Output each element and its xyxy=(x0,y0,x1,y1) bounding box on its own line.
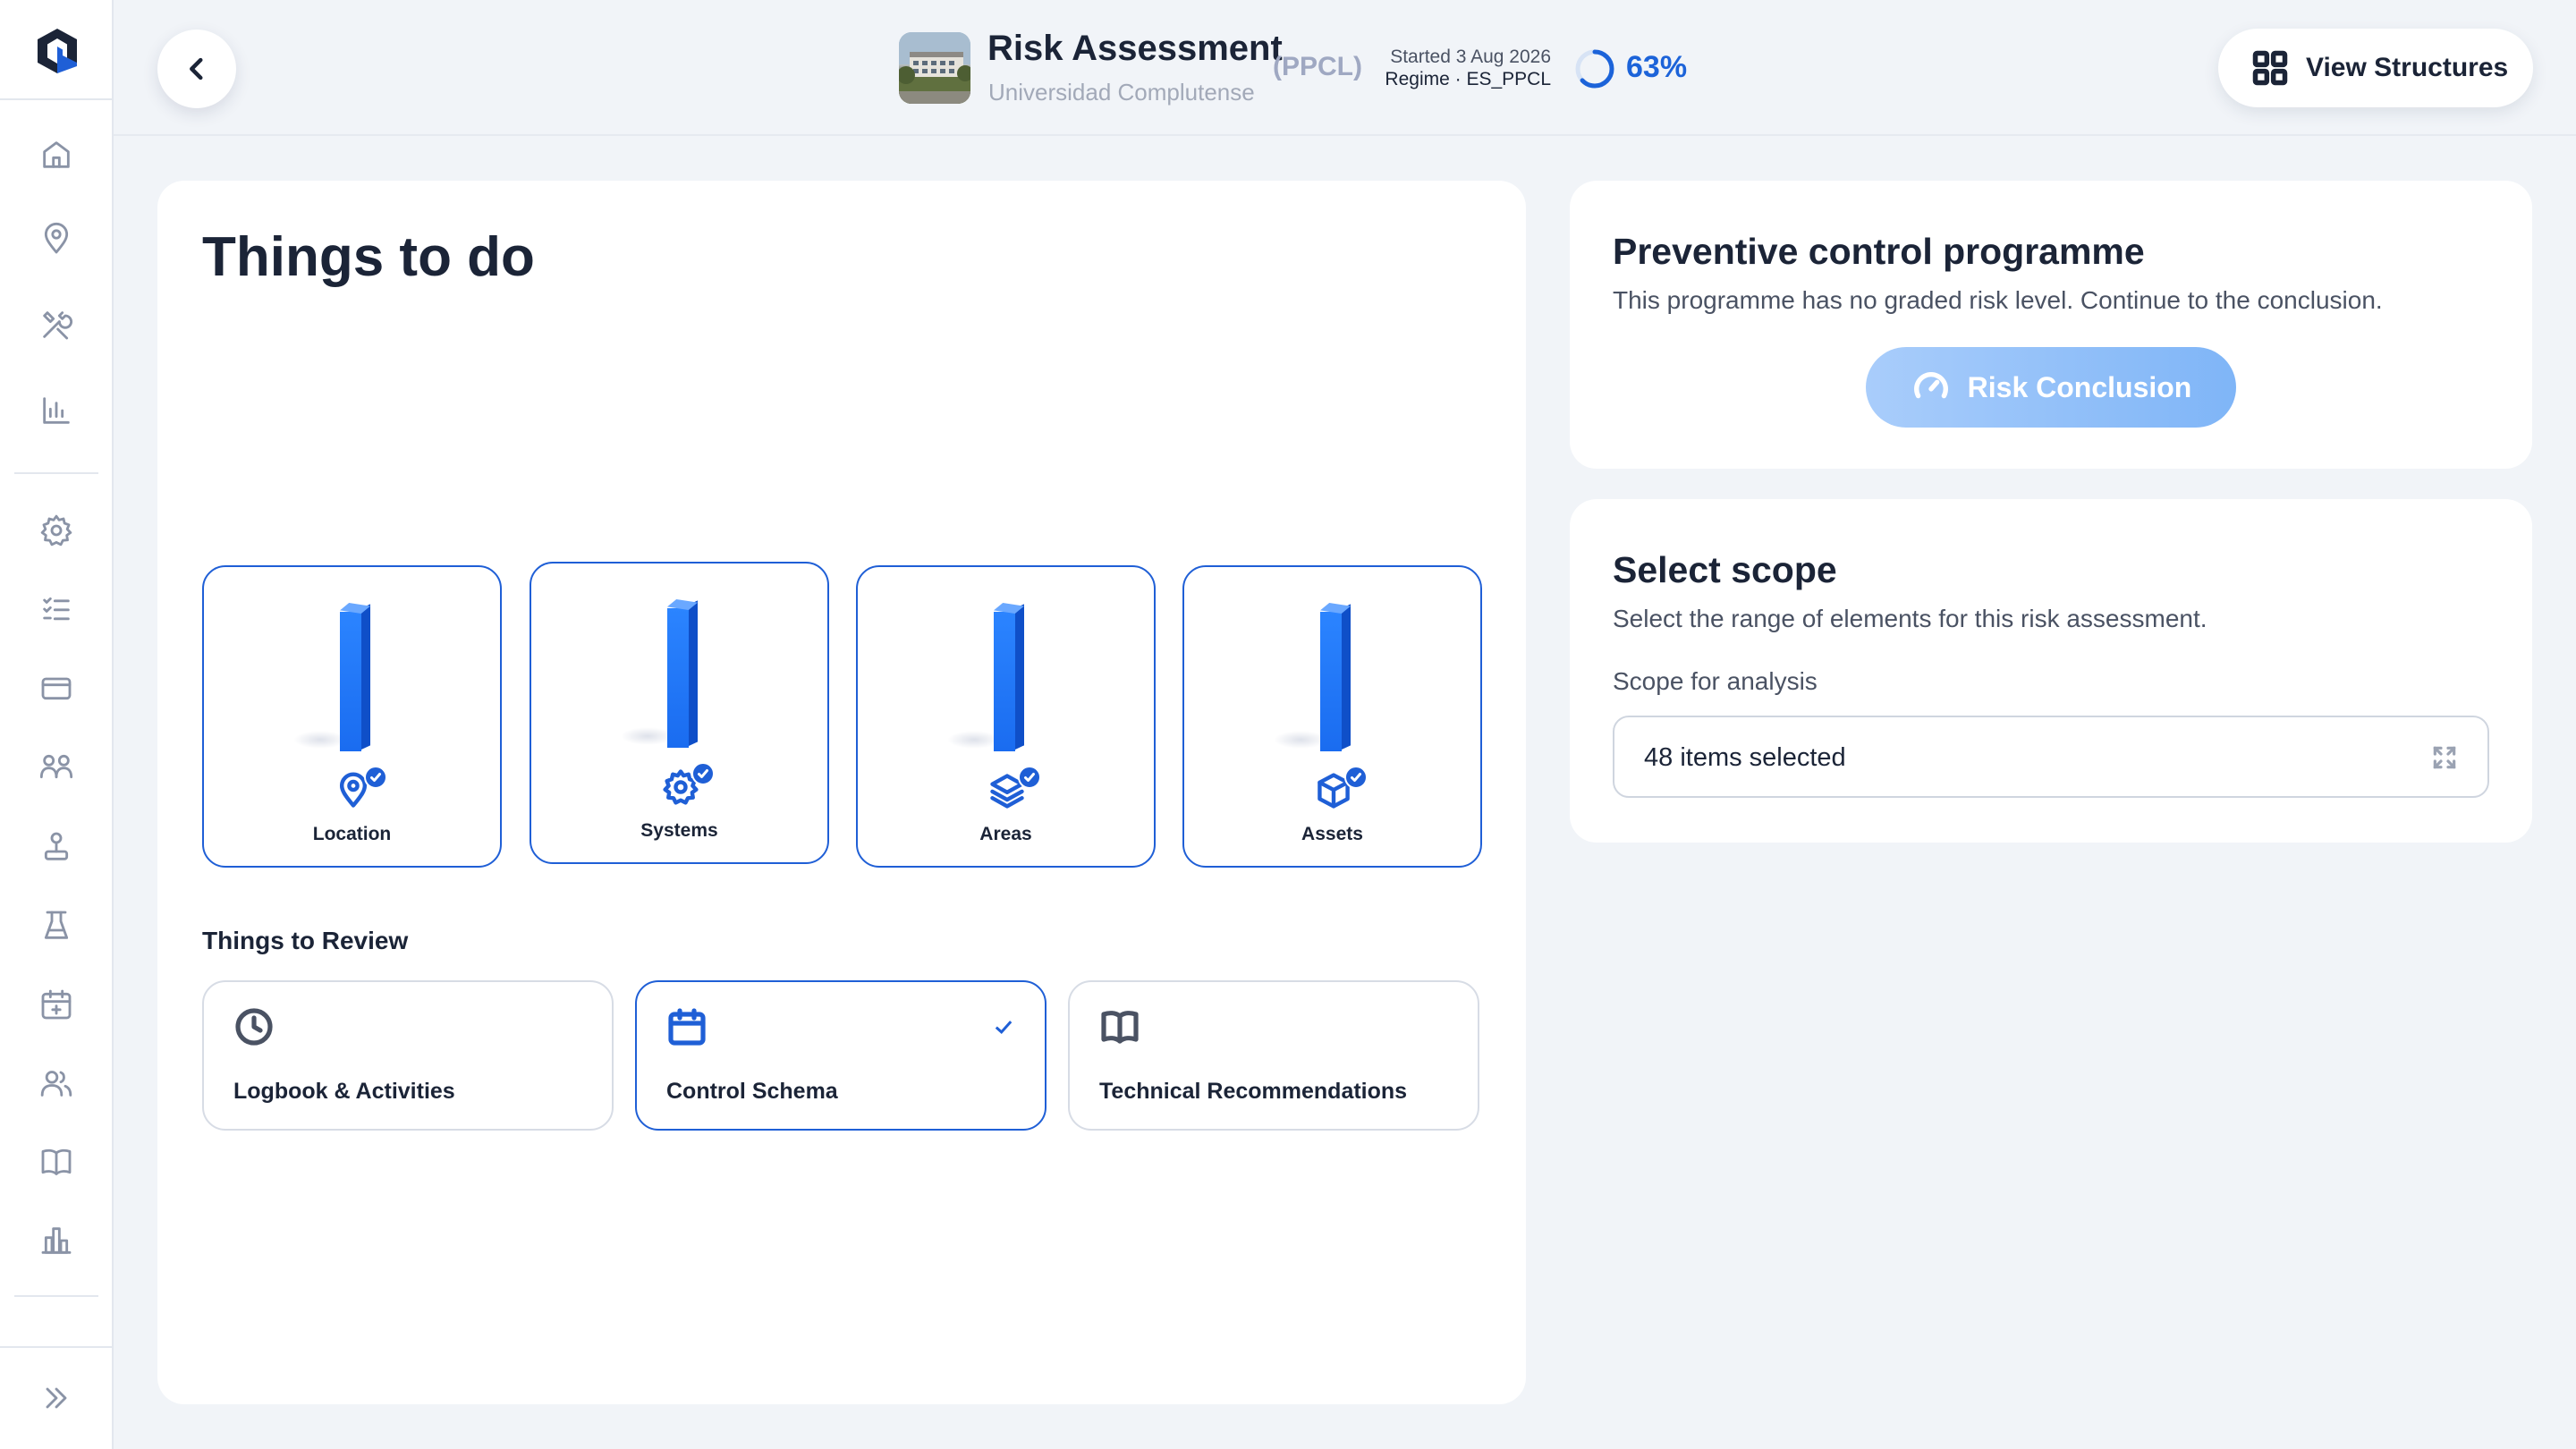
view-structures-button[interactable]: View Structures xyxy=(2218,29,2533,107)
risk-conclusion-label: Risk Conclusion xyxy=(1967,370,2192,403)
cube-icon xyxy=(1314,766,1368,814)
bar-shadow xyxy=(947,731,1001,749)
check-icon xyxy=(991,1014,1016,1039)
checklist-icon[interactable] xyxy=(38,590,75,628)
progress-bar-3d xyxy=(1320,603,1351,751)
sidebar-divider xyxy=(14,472,98,474)
tools-icon[interactable] xyxy=(38,306,75,343)
bar-shadow xyxy=(1274,731,1327,749)
gauge-icon xyxy=(1913,371,1948,399)
review-label: Logbook & Activities xyxy=(233,1079,455,1104)
app-logo[interactable] xyxy=(36,27,79,75)
back-button[interactable] xyxy=(157,30,236,108)
card-systems[interactable]: Systems xyxy=(530,562,829,864)
progress-value: 63% xyxy=(1626,50,1688,84)
bar-shadow xyxy=(621,727,674,745)
card-icon[interactable] xyxy=(38,669,75,707)
things-to-review-heading: Things to Review xyxy=(202,927,409,954)
review-technical-recommendations[interactable]: Technical Recommendations xyxy=(1068,980,1479,1131)
joystick-icon[interactable] xyxy=(38,828,75,866)
site-thumbnail xyxy=(899,32,970,104)
page-title: Risk Assessment xyxy=(987,29,1283,68)
progress-bar-3d xyxy=(994,603,1024,751)
chart-icon[interactable] xyxy=(38,392,75,429)
scope-description: Select the range of elements for this ri… xyxy=(1613,605,2207,632)
people-group-icon[interactable] xyxy=(38,748,75,785)
scope-select[interactable]: 48 items selected xyxy=(1613,716,2489,798)
gear-icon xyxy=(661,762,715,810)
check-badge-icon xyxy=(364,766,387,789)
card-label: Areas xyxy=(979,824,1032,844)
layers-icon xyxy=(987,766,1041,814)
review-label: Control Schema xyxy=(666,1079,838,1104)
check-badge-icon xyxy=(691,762,715,785)
preventive-control-panel: Preventive control programme This progra… xyxy=(1570,181,2532,469)
progress-bar-3d xyxy=(340,603,370,751)
check-badge-icon xyxy=(1344,766,1368,789)
card-assets[interactable]: Assets xyxy=(1182,565,1482,868)
started-date: Started 3 Aug 2026 xyxy=(1390,47,1551,67)
book-icon xyxy=(1098,1005,1143,1050)
gear-icon[interactable] xyxy=(38,512,75,549)
home-icon[interactable] xyxy=(38,136,75,174)
preventive-title: Preventive control programme xyxy=(1613,231,2145,272)
review-logbook-activities[interactable]: Logbook & Activities xyxy=(202,980,614,1131)
users-icon[interactable] xyxy=(38,1064,75,1102)
chevron-left-icon xyxy=(190,57,203,80)
sidebar-divider xyxy=(14,1295,98,1297)
preventive-description: This programme has no graded risk level.… xyxy=(1613,286,2383,314)
sidebar xyxy=(0,0,114,1449)
location-pin-icon[interactable] xyxy=(38,220,75,258)
card-areas[interactable]: Areas xyxy=(856,565,1156,868)
review-label: Technical Recommendations xyxy=(1099,1079,1408,1104)
scope-field-label: Scope for analysis xyxy=(1613,667,1818,695)
sidebar-divider xyxy=(0,98,114,100)
risk-conclusion-button[interactable]: Risk Conclusion xyxy=(1866,347,2236,428)
view-structures-label: View Structures xyxy=(2306,53,2509,82)
card-location[interactable]: Location xyxy=(202,565,502,868)
card-label: Location xyxy=(312,824,392,844)
book-icon[interactable] xyxy=(38,1143,75,1181)
card-label: Systems xyxy=(640,820,718,841)
regime-label: Regime · ES_PPCL xyxy=(1385,69,1551,89)
scope-title: Select scope xyxy=(1613,549,1837,590)
programme-code: (PPCL) xyxy=(1273,52,1362,81)
progress-ring xyxy=(1575,49,1614,89)
building-chart-icon[interactable] xyxy=(38,1222,75,1259)
things-to-do-panel: Things to do Location Systems Areas Asse… xyxy=(157,181,1526,1404)
bar-shadow xyxy=(293,731,347,749)
review-control-schema[interactable]: Control Schema xyxy=(635,980,1046,1131)
expand-icon xyxy=(2433,746,2456,769)
organization-name: Universidad Complutense xyxy=(988,79,1255,106)
card-label: Assets xyxy=(1301,824,1363,844)
calendar-add-icon[interactable] xyxy=(38,986,75,1023)
double-chevron-right-icon[interactable] xyxy=(38,1379,75,1417)
calendar-icon xyxy=(665,1005,710,1050)
scope-select-value: 48 items selected xyxy=(1644,743,1846,772)
select-scope-panel: Select scope Select the range of element… xyxy=(1570,499,2532,843)
things-to-do-heading: Things to do xyxy=(202,226,535,288)
lab-flask-icon[interactable] xyxy=(38,907,75,945)
sidebar-divider xyxy=(0,1346,114,1348)
clock-icon xyxy=(233,1005,277,1050)
location-pin-icon xyxy=(334,766,387,814)
check-badge-icon xyxy=(1018,766,1041,789)
grid-icon xyxy=(2252,50,2288,86)
progress-bar-3d xyxy=(667,599,698,748)
